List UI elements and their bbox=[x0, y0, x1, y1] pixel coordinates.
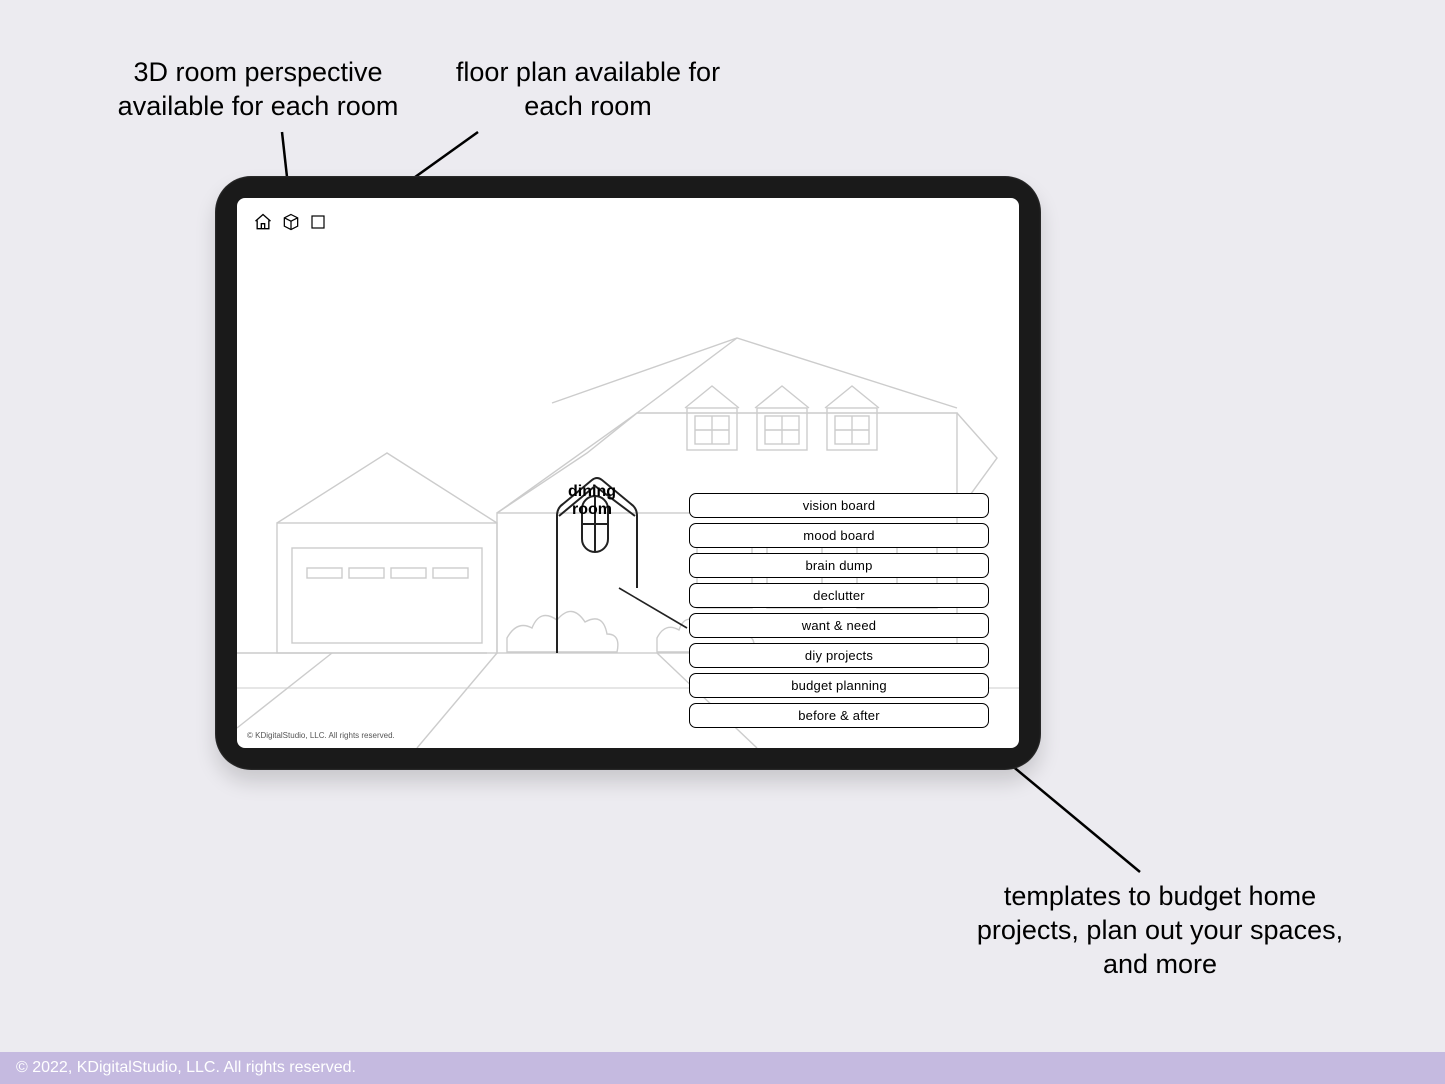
callout-templates: templates to budget home projects, plan … bbox=[960, 880, 1360, 981]
template-menu: vision board mood board brain dump declu… bbox=[689, 493, 989, 728]
callout-floor-plan: floor plan available for each room bbox=[438, 56, 738, 124]
menu-item-want-need[interactable]: want & need bbox=[689, 613, 989, 638]
menu-item-before-after[interactable]: before & after bbox=[689, 703, 989, 728]
room-label-line1: dining bbox=[552, 483, 632, 501]
callout-3d-perspective: 3D room perspective available for each r… bbox=[88, 56, 428, 124]
tablet-device-frame: dining room vision board mood board brai… bbox=[215, 176, 1041, 770]
floorplan-square-icon[interactable] bbox=[309, 213, 327, 231]
home-icon[interactable] bbox=[253, 212, 273, 232]
tablet-screen: dining room vision board mood board brai… bbox=[237, 198, 1019, 748]
room-label-line2: room bbox=[552, 501, 632, 519]
cube-3d-icon[interactable] bbox=[281, 212, 301, 232]
menu-item-brain-dump[interactable]: brain dump bbox=[689, 553, 989, 578]
room-label: dining room bbox=[552, 483, 632, 520]
toolbar-icons bbox=[253, 212, 327, 232]
menu-item-vision-board[interactable]: vision board bbox=[689, 493, 989, 518]
footer-bar: © 2022, KDigitalStudio, LLC. All rights … bbox=[0, 1052, 1445, 1084]
menu-item-declutter[interactable]: declutter bbox=[689, 583, 989, 608]
footer-copyright: © 2022, KDigitalStudio, LLC. All rights … bbox=[16, 1059, 356, 1077]
menu-item-mood-board[interactable]: mood board bbox=[689, 523, 989, 548]
menu-item-diy-projects[interactable]: diy projects bbox=[689, 643, 989, 668]
screen-copyright: © KDigitalStudio, LLC. All rights reserv… bbox=[247, 731, 395, 740]
menu-item-budget-planning[interactable]: budget planning bbox=[689, 673, 989, 698]
